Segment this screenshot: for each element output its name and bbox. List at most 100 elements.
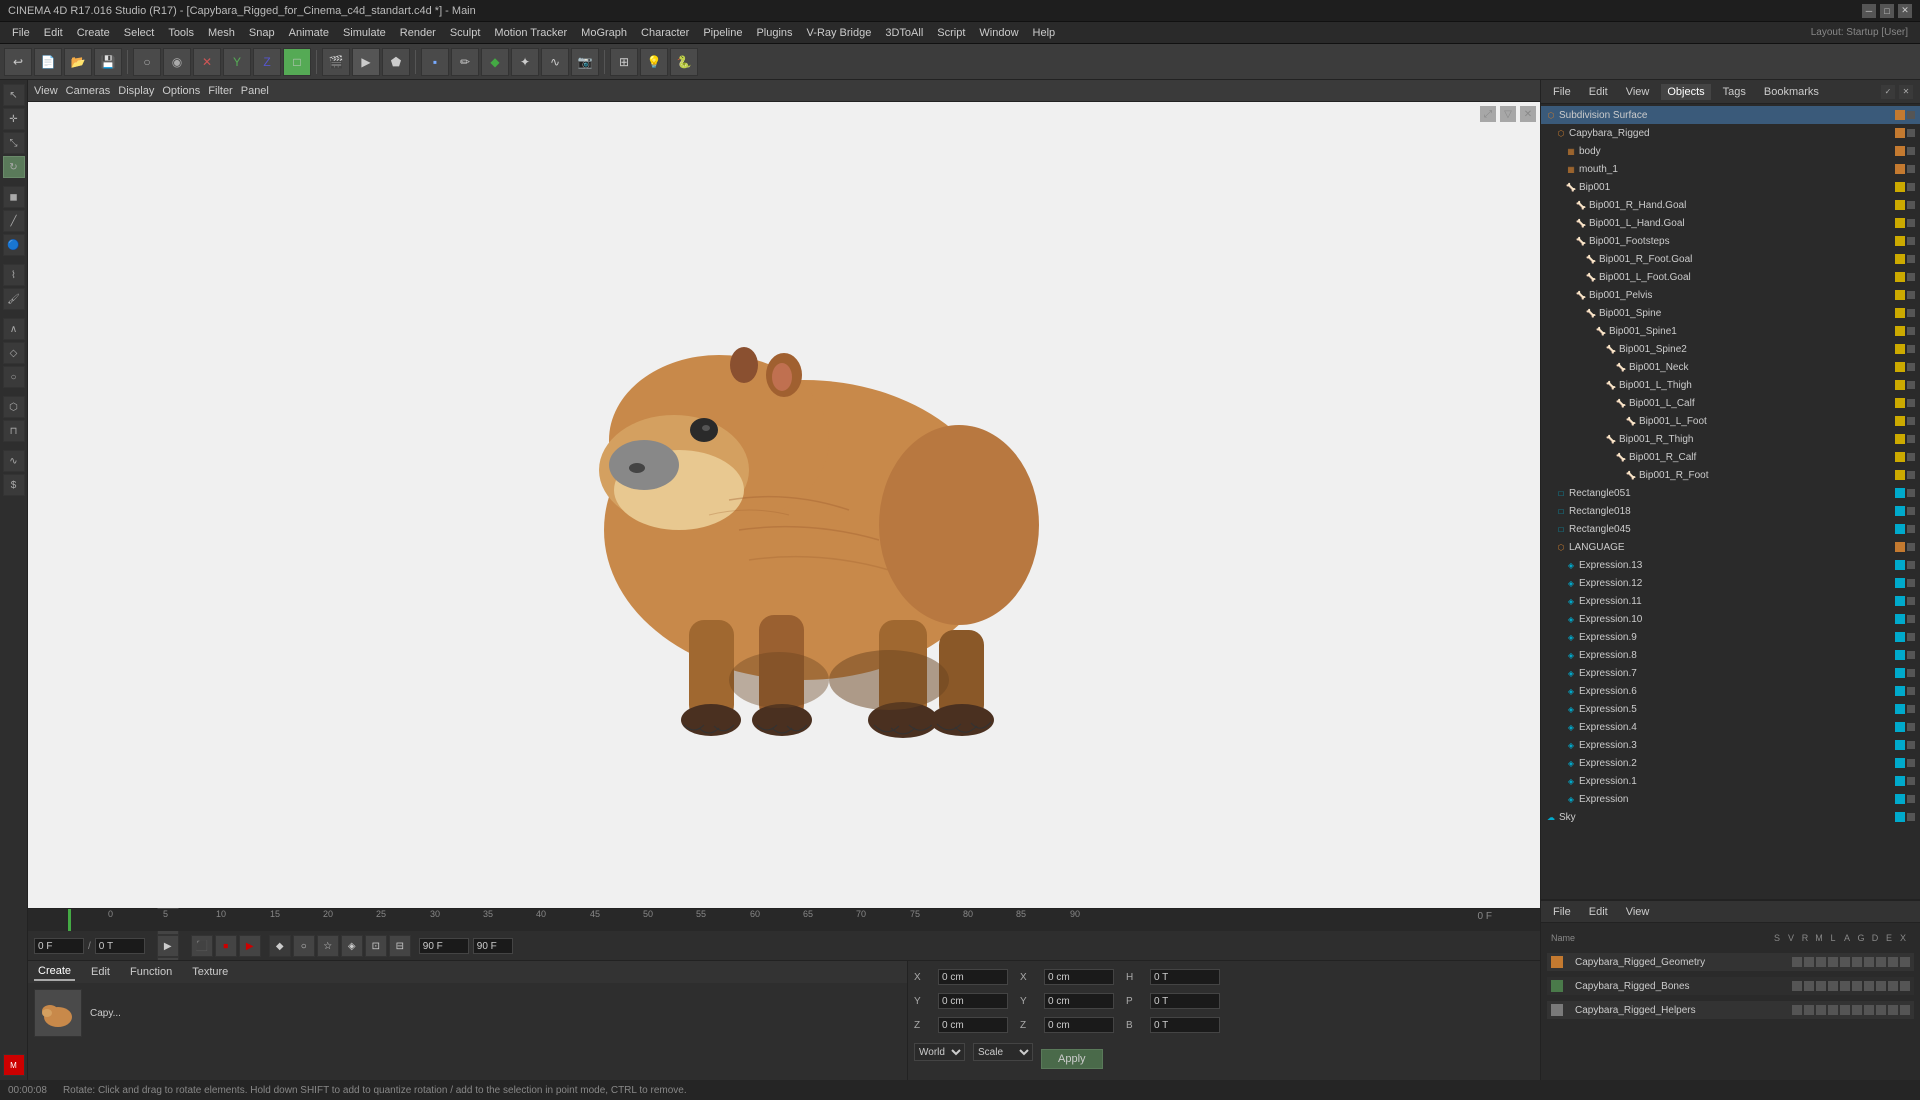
attr-obj-toggle[interactable] xyxy=(1864,981,1874,991)
obj-vis-28[interactable] xyxy=(1907,615,1915,623)
toolbar-save[interactable]: 💾 xyxy=(94,48,122,76)
attr-obj-toggle[interactable] xyxy=(1876,1005,1886,1015)
tool-extrude[interactable]: ⬡ xyxy=(3,396,25,418)
object-row-37[interactable]: ◈ Expression.1 xyxy=(1541,772,1920,790)
toolbar-circle[interactable]: ○ xyxy=(133,48,161,76)
attr-obj-toggle[interactable] xyxy=(1900,957,1910,967)
attr-obj-toggle[interactable] xyxy=(1840,1005,1850,1015)
menu-vraybridge[interactable]: V-Ray Bridge xyxy=(801,25,878,41)
total-frames-input[interactable] xyxy=(473,938,513,954)
current-frame-input[interactable] xyxy=(34,938,84,954)
tab-function[interactable]: Function xyxy=(126,964,176,980)
object-row-36[interactable]: ◈ Expression.2 xyxy=(1541,754,1920,772)
panel-tab-view[interactable]: View xyxy=(1620,84,1656,100)
obj-vis-14[interactable] xyxy=(1907,363,1915,371)
obj-vis-23[interactable] xyxy=(1907,525,1915,533)
obj-vis-30[interactable] xyxy=(1907,651,1915,659)
menu-mesh[interactable]: Mesh xyxy=(202,25,241,41)
tool-bevel[interactable]: ◇ xyxy=(3,342,25,364)
toolbar-film[interactable]: 🎬 xyxy=(322,48,350,76)
end-frame-input[interactable] xyxy=(419,938,469,954)
btn-key5[interactable]: ⊡ xyxy=(365,935,387,957)
object-row-23[interactable]: □ Rectangle045 xyxy=(1541,520,1920,538)
toolbar-pen[interactable]: ✏ xyxy=(451,48,479,76)
objects-list[interactable]: ⬡ Subdivision Surface ⬡ Capybara_Rigged … xyxy=(1541,104,1920,899)
coord-mode-select[interactable]: Scale Position Rotation xyxy=(973,1043,1033,1061)
attr-obj-toggle[interactable] xyxy=(1864,957,1874,967)
menu-file[interactable]: File xyxy=(6,25,36,41)
menu-mograph[interactable]: MoGraph xyxy=(575,25,633,41)
panel-tab-tags[interactable]: Tags xyxy=(1717,84,1752,100)
tool-uv[interactable]: $ xyxy=(3,474,25,496)
panel-tab-bookmarks[interactable]: Bookmarks xyxy=(1758,84,1825,100)
attr-obj-toggle[interactable] xyxy=(1792,957,1802,967)
obj-vis-18[interactable] xyxy=(1907,435,1915,443)
coord-x-pos[interactable] xyxy=(938,969,1008,985)
toolbar-python[interactable]: 🐍 xyxy=(670,48,698,76)
object-row-31[interactable]: ◈ Expression.7 xyxy=(1541,664,1920,682)
menu-window[interactable]: Window xyxy=(973,25,1024,41)
obj-vis-17[interactable] xyxy=(1907,417,1915,425)
apply-button[interactable]: Apply xyxy=(1041,1049,1103,1069)
toolbar-anim2[interactable]: ⬟ xyxy=(382,48,410,76)
tool-paint[interactable]: 🖌 xyxy=(3,288,25,310)
attr-obj-toggle[interactable] xyxy=(1888,981,1898,991)
obj-vis-39[interactable] xyxy=(1907,813,1915,821)
object-row-28[interactable]: ◈ Expression.10 xyxy=(1541,610,1920,628)
tool-move[interactable]: ✛ xyxy=(3,108,25,130)
toolbar-light[interactable]: 💡 xyxy=(640,48,668,76)
vp-tab-panel[interactable]: Panel xyxy=(241,85,269,97)
toolbar-undo[interactable]: ↩ xyxy=(4,48,32,76)
attr-obj-toggle[interactable] xyxy=(1792,981,1802,991)
menu-create[interactable]: Create xyxy=(71,25,116,41)
obj-vis-10[interactable] xyxy=(1907,291,1915,299)
obj-vis-20[interactable] xyxy=(1907,471,1915,479)
object-row-12[interactable]: 🦴 Bip001_Spine1 xyxy=(1541,322,1920,340)
btn-key4[interactable]: ◈ xyxy=(341,935,363,957)
object-row-7[interactable]: 🦴 Bip001_Footsteps xyxy=(1541,232,1920,250)
panel-icon1[interactable]: ✓ xyxy=(1880,84,1896,100)
object-row-13[interactable]: 🦴 Bip001_Spine2 xyxy=(1541,340,1920,358)
maximize-button[interactable]: □ xyxy=(1880,4,1894,18)
obj-vis-34[interactable] xyxy=(1907,723,1915,731)
obj-vis-16[interactable] xyxy=(1907,399,1915,407)
menu-help[interactable]: Help xyxy=(1027,25,1062,41)
obj-vis-5[interactable] xyxy=(1907,201,1915,209)
menu-sculpt[interactable]: Sculpt xyxy=(444,25,487,41)
object-row-38[interactable]: ◈ Expression xyxy=(1541,790,1920,808)
attr-tab-file[interactable]: File xyxy=(1547,904,1577,920)
coord-y-pos[interactable] xyxy=(938,993,1008,1009)
panel-icon2[interactable]: ✕ xyxy=(1898,84,1914,100)
obj-vis-7[interactable] xyxy=(1907,237,1915,245)
vp-corner-expand[interactable]: ⤢ xyxy=(1480,106,1496,122)
object-row-14[interactable]: 🦴 Bip001_Neck xyxy=(1541,358,1920,376)
menu-edit[interactable]: Edit xyxy=(38,25,69,41)
toolbar-y[interactable]: Y xyxy=(223,48,251,76)
obj-vis-35[interactable] xyxy=(1907,741,1915,749)
object-row-10[interactable]: 🦴 Bip001_Pelvis xyxy=(1541,286,1920,304)
minimize-button[interactable]: ─ xyxy=(1862,4,1876,18)
obj-vis-1[interactable] xyxy=(1907,129,1915,137)
tool-spline[interactable]: ∿ xyxy=(3,450,25,472)
current-time-input[interactable] xyxy=(95,938,145,954)
tool-scale[interactable]: ⤡ xyxy=(3,132,25,154)
obj-vis-13[interactable] xyxy=(1907,345,1915,353)
object-row-6[interactable]: 🦴 Bip001_L_Hand.Goal xyxy=(1541,214,1920,232)
attr-obj-toggle[interactable] xyxy=(1816,981,1826,991)
attr-obj-toggle[interactable] xyxy=(1804,957,1814,967)
obj-vis-19[interactable] xyxy=(1907,453,1915,461)
btn-key3[interactable]: ☆ xyxy=(317,935,339,957)
object-row-22[interactable]: □ Rectangle018 xyxy=(1541,502,1920,520)
toolbar-camera[interactable]: 📷 xyxy=(571,48,599,76)
coord-y-rot[interactable] xyxy=(1044,993,1114,1009)
object-row-2[interactable]: ▦ body xyxy=(1541,142,1920,160)
object-row-27[interactable]: ◈ Expression.11 xyxy=(1541,592,1920,610)
obj-vis-29[interactable] xyxy=(1907,633,1915,641)
object-row-30[interactable]: ◈ Expression.8 xyxy=(1541,646,1920,664)
object-row-20[interactable]: 🦴 Bip001_R_Foot xyxy=(1541,466,1920,484)
tab-texture[interactable]: Texture xyxy=(188,964,232,980)
tool-weld[interactable]: ○ xyxy=(3,366,25,388)
attr-obj-toggle[interactable] xyxy=(1864,1005,1874,1015)
attr-obj-toggle[interactable] xyxy=(1816,1005,1826,1015)
tool-line[interactable]: ╱ xyxy=(3,210,25,232)
